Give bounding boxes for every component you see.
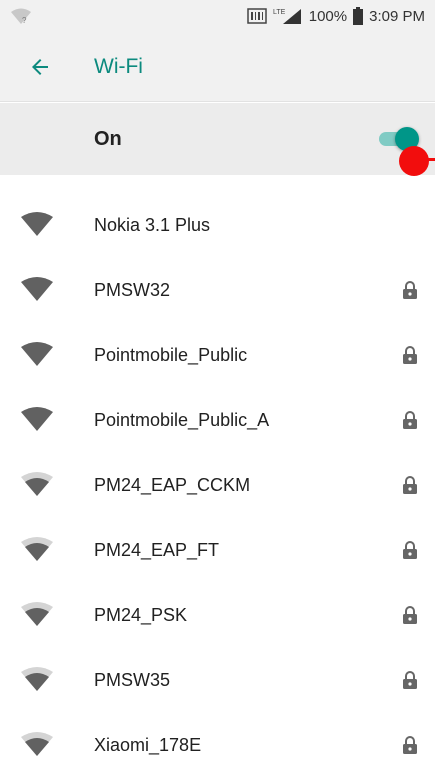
battery-percent: 100% [308,7,348,25]
status-right: LTE 100% 3:09 PM [247,7,425,25]
network-list: Nokia 3.1 Plus PMSW32 Pointmobile_Public Po… [0,193,435,778]
wifi-strong-icon [21,277,53,301]
lock-icon [403,736,417,754]
lock-icon [403,411,417,429]
network-item[interactable]: Xiaomi_178E [0,713,435,778]
network-item[interactable]: PM24_PSK [0,583,435,648]
wifi-medium-icon [21,537,53,561]
arrow-back-icon [32,58,48,75]
lock-icon [403,476,417,494]
wifi-toggle-label: On [94,127,122,150]
clock: 3:09 PM [369,7,425,25]
network-ssid: PM24_EAP_CCKM [94,475,251,495]
wifi-medium-icon [21,472,53,496]
network-ssid: Xiaomi_178E [94,735,202,755]
network-ssid: Pointmobile_Public_A [94,410,270,430]
wifi-medium-icon [21,667,53,691]
status-bar: ? LTE 100% 3:09 PM [0,0,435,32]
network-item[interactable]: PMSW35 [0,648,435,713]
back-button[interactable] [12,39,68,95]
lock-icon [403,281,417,299]
wifi-strong-icon [21,342,53,366]
network-item[interactable]: Pointmobile_Public_A [0,388,435,453]
network-ssid: PM24_EAP_FT [94,540,220,560]
wifi-medium-icon [21,732,53,756]
network-ssid: Pointmobile_Public [94,345,248,365]
wifi-toggle-row[interactable]: On [0,103,435,175]
network-item[interactable]: Pointmobile_Public [0,323,435,388]
network-ssid: PMSW35 [94,670,171,690]
app-bar: Wi-Fi [0,32,435,102]
svg-text:LTE: LTE [273,9,286,16]
wifi-strong-icon [21,407,53,431]
wifi-medium-icon [21,602,53,626]
page-title: Wi-Fi [94,54,143,78]
touch-indicator-trail [420,158,435,161]
network-ssid: Nokia 3.1 Plus [94,215,211,235]
lock-icon [403,346,417,364]
network-item[interactable]: Nokia 3.1 Plus [0,193,435,258]
status-left: ? [10,7,32,25]
network-ssid: PM24_PSK [94,605,188,625]
lte-signal-icon: LTE [273,9,301,24]
scanner-icon [247,8,267,24]
wifi-strong-icon [21,212,53,236]
battery-icon [353,7,364,25]
touch-indicator [399,146,429,176]
lock-icon [403,606,417,624]
network-item[interactable]: PM24_EAP_CCKM [0,453,435,518]
network-ssid: PMSW32 [94,280,171,300]
lock-icon [403,541,417,559]
network-item[interactable]: PM24_EAP_FT [0,518,435,583]
lock-icon [403,671,417,689]
wifi-unknown-icon: ? [11,8,31,25]
network-item[interactable]: PMSW32 [0,258,435,323]
svg-text:?: ? [22,16,27,25]
